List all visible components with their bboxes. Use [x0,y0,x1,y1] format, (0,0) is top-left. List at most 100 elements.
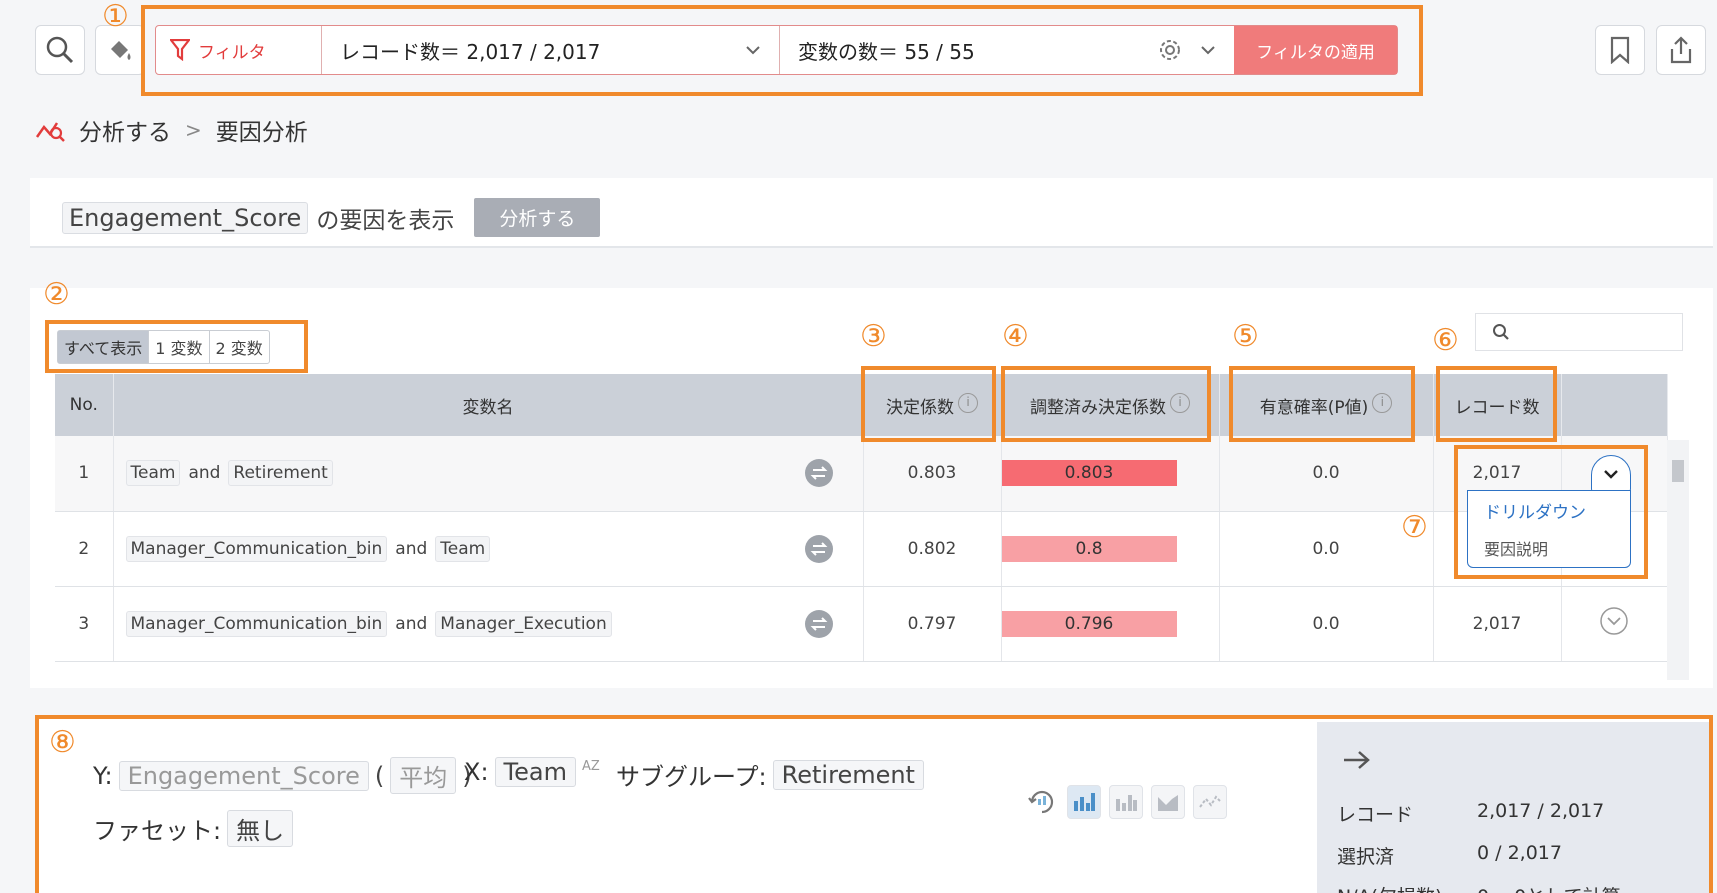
breadcrumb-root[interactable]: 分析する [79,113,171,147]
refresh-chart-button[interactable] [1025,785,1059,819]
apply-filter-button[interactable]: フィルタの適用 [1234,26,1397,74]
segment-one-var[interactable]: 1 変数 [149,331,210,363]
line-chart-button[interactable] [1193,785,1227,819]
table-row[interactable]: 1 Team and Retirement 0.803 0.803 0.0 2,01… [55,436,1668,512]
info-icon[interactable]: i [1170,392,1190,413]
summary-records: レコード 2,017 / 2,017 [1337,800,1604,827]
x-variable-tag[interactable]: Team [494,757,576,787]
variable-tag[interactable]: Manager_Communication_bin [125,535,388,562]
target-variable-tag[interactable]: Engagement_Score [62,201,309,234]
funnel-icon [170,39,190,61]
bookmark-icon [1610,36,1630,64]
row-menu-toggle[interactable] [1591,455,1631,493]
refresh-icon [1028,790,1054,814]
callout-5: ⑤ [1232,319,1259,354]
variable-tag[interactable]: Retirement [228,460,333,487]
info-icon[interactable]: i [958,392,978,413]
variable-tag[interactable]: Team [125,460,181,487]
x-field: X: Team AZ [464,757,600,787]
y-aggregation-tag[interactable]: 平均 [390,757,457,794]
variables-label: 変数の数＝ 55 / 55 [798,39,975,64]
col-r2-label: 決定係数 [886,397,954,418]
breadcrumb-separator: > [185,118,202,142]
scrollbar-thumb[interactable] [1672,460,1684,482]
col-r2[interactable]: 決定係数 i [863,374,1002,436]
variable-tag[interactable]: Manager_Execution [435,610,612,637]
sort-az-icon[interactable]: AZ [582,759,600,774]
area-chart-icon [1158,795,1178,811]
variables-dropdown[interactable]: 変数の数＝ 55 / 55 [780,26,1234,74]
breadcrumb: 分析する > 要因分析 [35,113,308,147]
col-adj-r2[interactable]: 調整済み決定係数 i [1001,374,1220,436]
subgroup-variable-tag[interactable]: Retirement [772,759,924,790]
search-icon [1493,324,1509,340]
arrow-right-icon[interactable] [1342,749,1372,771]
chevron-down-icon [746,46,760,55]
search-icon [46,36,74,64]
facet-value-tag[interactable]: 無し [227,810,294,847]
summary-selected: 選択済 0 / 2,017 [1337,842,1562,869]
facet-label: ファセット: [93,817,222,845]
analysis-icon [35,122,65,142]
variable-cell: Manager_Communication_bin and Manager_Exec… [113,586,864,662]
chevron-down-icon [1604,470,1618,479]
table-search-input[interactable] [1475,313,1683,351]
table-scrollbar[interactable] [1667,440,1689,680]
callout-7: ⑦ [1401,510,1428,545]
y-variable-tag[interactable]: Engagement_Score [118,760,369,791]
p-value: 0.0 [1219,436,1434,512]
records-value: 2,017 [1433,586,1562,662]
adj-r2-bar: 0.803 [1001,460,1177,487]
col-variable[interactable]: 変数名 [113,374,864,436]
grouped-bar-icon [1116,795,1137,811]
bookmark-button[interactable] [1595,25,1645,75]
callout-4: ④ [1002,319,1029,354]
callout-1: ① [102,0,129,34]
bar-chart-button[interactable] [1067,785,1101,819]
variable-tag[interactable]: Manager_Communication_bin [125,610,388,637]
share-button[interactable] [1656,25,1706,75]
share-icon [1670,36,1692,64]
adj-r2-bar: 0.796 [1001,610,1177,637]
summary-selected-value: 0 / 2,017 [1477,842,1562,864]
r2-value: 0.803 [863,436,1002,512]
col-records[interactable]: レコード数 [1433,374,1562,436]
records-dropdown[interactable]: レコード数＝ 2,017 / 2,017 [322,26,780,74]
paint-bucket-icon [111,41,131,60]
breadcrumb-current: 要因分析 [215,120,308,146]
variable-cell: Team and Retirement [113,436,864,512]
analyze-button[interactable]: 分析する [474,198,601,237]
segment-all[interactable]: すべて表示 [58,331,150,363]
adj-r2-cell: 0.796 [1001,586,1220,662]
menu-factor-explain[interactable]: 要因説明 [1468,529,1630,567]
and-label: and [188,463,221,484]
subgroup-field: サブグループ: Retirement [616,757,924,792]
table-row[interactable]: 3 Manager_Communication_bin and Manager_Ex… [55,586,1668,662]
col-p-value[interactable]: 有意確率(P値) i [1219,374,1434,436]
summary-na-label: N/A(欠損数) [1337,882,1477,893]
area-chart-button[interactable] [1151,785,1185,819]
swap-icon[interactable] [804,609,833,638]
line-chart-icon [1199,795,1221,808]
info-icon[interactable]: i [1372,392,1393,413]
segment-two-var[interactable]: 2 変数 [210,331,269,363]
target-card: Engagement_Score の要因を表示 分析する [30,178,1713,248]
gear-icon[interactable] [1158,38,1182,62]
adj-r2-bar: 0.8 [1001,535,1177,562]
filter-button[interactable]: フィルタ [156,26,322,74]
swap-icon[interactable] [804,534,833,563]
menu-drilldown[interactable]: ドリルダウン [1468,491,1630,529]
summary-na: N/A(欠損数) 0 ―0として計算 [1337,882,1621,893]
search-button[interactable] [35,25,85,75]
chevron-down-circle-icon[interactable] [1599,606,1629,636]
facet-field: ファセット: 無し [93,810,294,847]
chevron-down-icon [1201,46,1215,55]
grouped-bar-chart-button[interactable] [1109,785,1143,819]
callout-8: ⑧ [49,725,76,760]
row-number: 2 [55,511,114,587]
col-no[interactable]: No. [55,374,114,436]
chart-type-toolbar [1025,785,1227,819]
row-number: 1 [55,436,114,512]
variable-tag[interactable]: Team [435,535,491,562]
swap-icon[interactable] [804,459,833,488]
